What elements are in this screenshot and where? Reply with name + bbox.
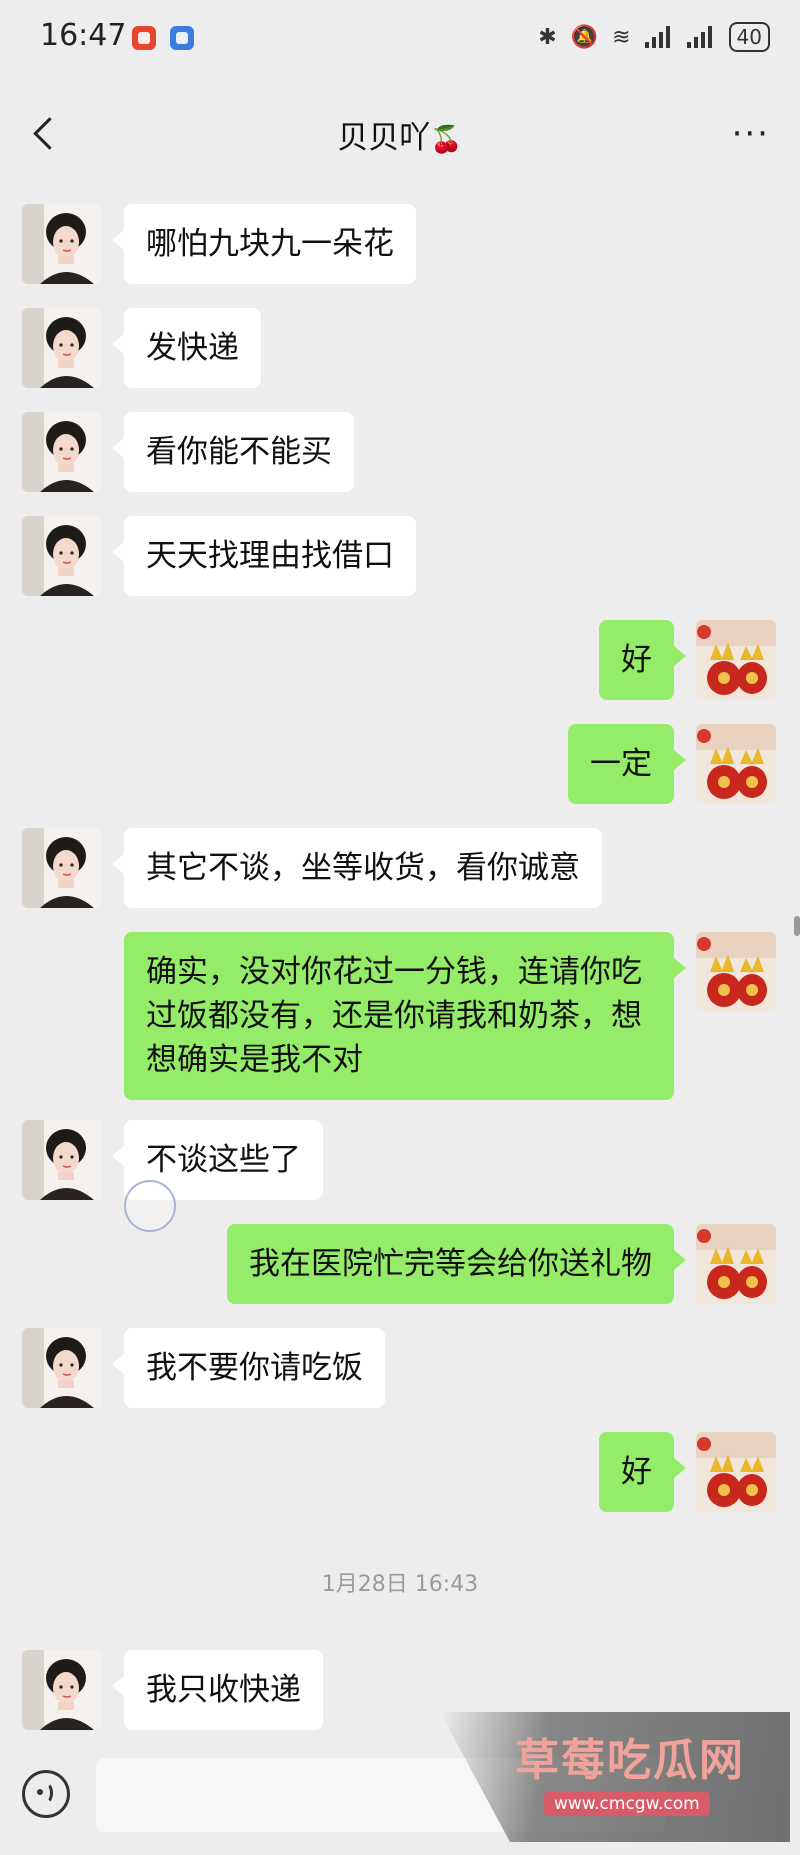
incoming-message[interactable]: 天天找理由找借口	[112, 516, 416, 596]
contact-name: 贝贝吖	[337, 120, 431, 156]
contact-avatar[interactable]	[22, 308, 102, 388]
contact-avatar[interactable]	[22, 516, 102, 596]
status-time: 16:47	[40, 18, 127, 53]
outgoing-message[interactable]: 好	[599, 620, 686, 700]
incoming-message[interactable]: 发快递	[112, 308, 261, 388]
my-avatar[interactable]	[696, 932, 776, 1012]
notification-app-icon	[170, 26, 194, 50]
cherry-emoji: 🍒	[430, 125, 463, 155]
voice-input-icon[interactable]	[22, 1770, 70, 1818]
outgoing-message[interactable]: 一定	[568, 724, 686, 804]
touch-indicator	[124, 1180, 176, 1232]
status-indicators: ✱ 🔕 ≋ 40	[538, 22, 770, 52]
incoming-message[interactable]: 我不要你请吃饭	[112, 1328, 385, 1408]
incoming-message[interactable]: 我只收快递	[112, 1650, 323, 1730]
incoming-message[interactable]: 看你能不能买	[112, 412, 354, 492]
outgoing-message[interactable]: 确实，没对你花过一分钱，连请你吃过饭都没有，还是你请我和奶茶，想想确实是我不对	[124, 932, 686, 1100]
watermark-url: www.cmcgw.com	[544, 1792, 710, 1816]
contact-avatar[interactable]	[22, 828, 102, 908]
battery-icon: 40	[728, 22, 770, 52]
message-timestamp: 1月28日 16:43	[321, 1572, 479, 1597]
contact-avatar[interactable]	[22, 412, 102, 492]
chat-header: 贝贝吖🍒 ···	[0, 90, 800, 180]
outgoing-message[interactable]: 我在医院忙完等会给你送礼物	[227, 1224, 686, 1304]
contact-avatar[interactable]	[22, 1328, 102, 1408]
contact-avatar[interactable]	[22, 1120, 102, 1200]
signal-icon	[644, 26, 673, 48]
contact-avatar[interactable]	[22, 1650, 102, 1730]
incoming-message[interactable]: 哪怕九块九一朵花	[112, 204, 416, 284]
watermark: 草莓吃瓜网 www.cmcgw.com	[440, 1712, 790, 1842]
my-avatar[interactable]	[696, 724, 776, 804]
signal-icon	[686, 26, 715, 48]
status-bar: 16:47 ✱ 🔕 ≋ 40	[0, 0, 800, 80]
scrollbar[interactable]	[794, 916, 800, 936]
mute-icon: 🔕	[570, 24, 599, 50]
my-avatar[interactable]	[696, 1432, 776, 1512]
contact-avatar[interactable]	[22, 204, 102, 284]
wifi-icon: ≋	[612, 24, 631, 50]
more-options-icon[interactable]: ···	[732, 114, 770, 154]
bluetooth-icon: ✱	[538, 24, 557, 50]
notification-app-icon	[132, 26, 156, 50]
chat-title: 贝贝吖🍒	[0, 112, 800, 157]
outgoing-message[interactable]: 好	[599, 1432, 686, 1512]
my-avatar[interactable]	[696, 1224, 776, 1304]
watermark-title: 草莓吃瓜网	[515, 1735, 745, 1786]
incoming-message[interactable]: 其它不谈，坐等收货，看你诚意	[112, 828, 602, 908]
my-avatar[interactable]	[696, 620, 776, 700]
